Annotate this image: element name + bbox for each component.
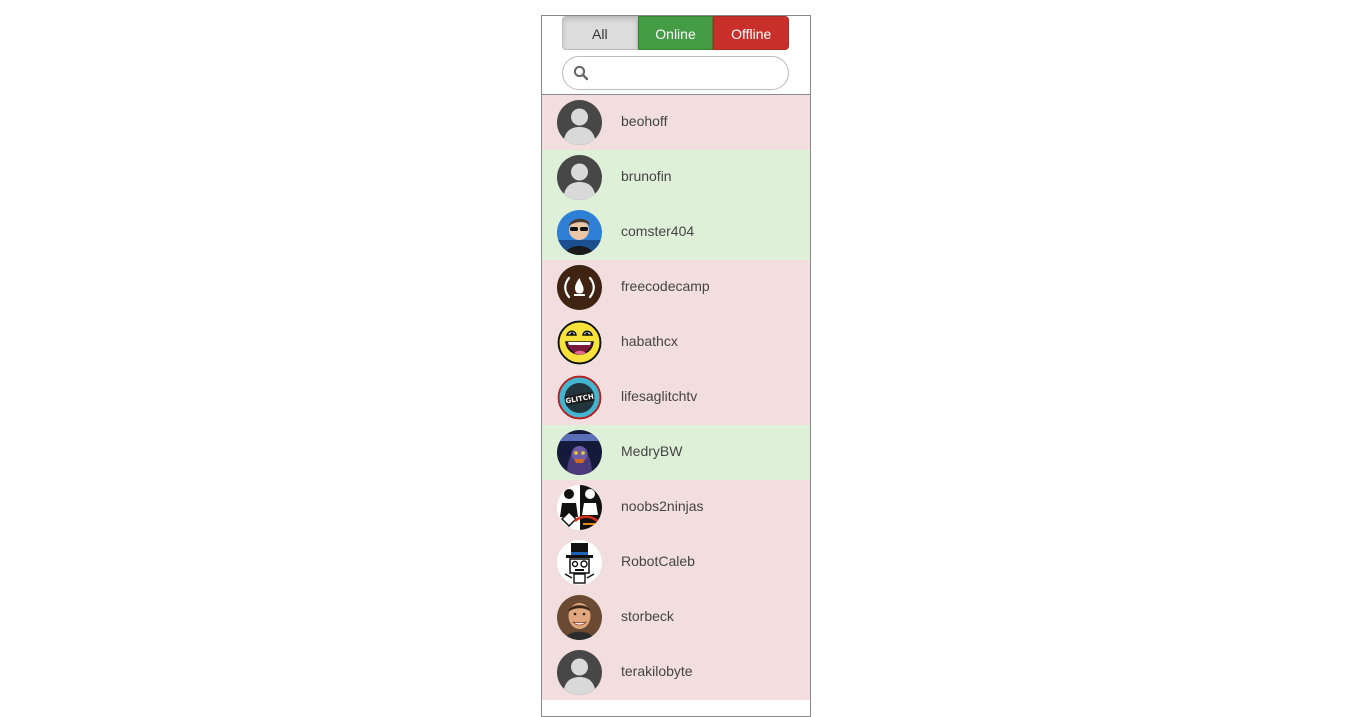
streamer-row[interactable]: brunofin	[542, 150, 810, 205]
search-input[interactable]	[597, 57, 777, 89]
streamer-name[interactable]: RobotCaleb	[621, 535, 695, 590]
streamer-row[interactable]: beohoff	[542, 95, 810, 150]
streamer-row[interactable]: MedryBW	[542, 425, 810, 480]
streamer-row[interactable]: storbeck	[542, 590, 810, 645]
streamer-row[interactable]: GLITCH lifesaglitchtv	[542, 370, 810, 425]
streamer-name[interactable]: comster404	[621, 205, 694, 260]
streamer-name[interactable]: MedryBW	[621, 425, 682, 480]
streamer-row[interactable]: noobs2ninjas	[542, 480, 810, 535]
filter-online-button[interactable]: Online	[637, 16, 714, 50]
streamer-name[interactable]: noobs2ninjas	[621, 480, 704, 535]
streamer-row[interactable]: habathcx	[542, 315, 810, 370]
starcraft-avatar	[557, 430, 602, 475]
streamer-row[interactable]: freecodecamp	[542, 260, 810, 315]
streamer-name[interactable]: storbeck	[621, 590, 674, 645]
default-avatar-icon	[557, 100, 602, 145]
streamer-name[interactable]: lifesaglitchtv	[621, 370, 697, 425]
streamer-row[interactable]: RobotCaleb	[542, 535, 810, 590]
man-portrait-avatar	[557, 595, 602, 640]
filter-all-button[interactable]: All	[562, 16, 638, 50]
streamer-name[interactable]: terakilobyte	[621, 645, 693, 700]
streamer-list: beohoff brunofin comster404 freecodecamp hab…	[542, 95, 810, 700]
robot-tophat-avatar	[557, 540, 602, 585]
streamer-row[interactable]: terakilobyte	[542, 645, 810, 700]
streamer-name[interactable]: freecodecamp	[621, 260, 710, 315]
streamer-name[interactable]: brunofin	[621, 150, 672, 205]
streamer-panel: All Online Offline beohoff brunofin comste…	[541, 15, 811, 717]
ninja-logo-avatar	[557, 485, 602, 530]
streamer-row[interactable]: comster404	[542, 205, 810, 260]
search-icon	[573, 65, 589, 81]
panel-header: All Online Offline	[542, 16, 810, 95]
filter-offline-button[interactable]: Offline	[713, 16, 790, 50]
person-sunglasses-avatar	[557, 210, 602, 255]
default-avatar-icon	[557, 155, 602, 200]
streamer-name[interactable]: beohoff	[621, 95, 667, 150]
default-avatar-icon	[557, 650, 602, 695]
search-box	[562, 56, 789, 90]
glitch-logo-avatar: GLITCH	[557, 375, 602, 420]
flame-logo-avatar	[557, 265, 602, 310]
laughing-face-avatar	[557, 320, 602, 365]
streamer-name[interactable]: habathcx	[621, 315, 678, 370]
status-filter-group: All Online Offline	[562, 16, 790, 50]
